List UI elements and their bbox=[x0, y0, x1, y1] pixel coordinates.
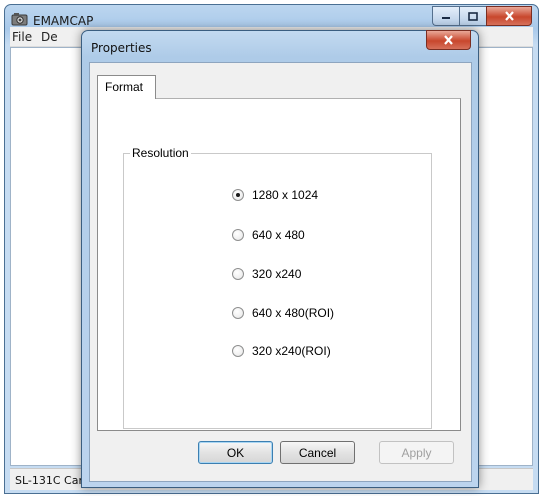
radio-option-640x480[interactable]: 640 x 480 bbox=[232, 228, 305, 242]
radio-option-640x480-roi[interactable]: 640 x 480(ROI) bbox=[232, 306, 334, 320]
ok-button[interactable]: OK bbox=[198, 441, 273, 464]
menu-device[interactable]: De bbox=[41, 30, 58, 44]
radio-option-1280x1024[interactable]: 1280 x 1024 bbox=[232, 188, 318, 202]
maximize-button[interactable] bbox=[459, 6, 486, 26]
main-close-button[interactable] bbox=[486, 6, 532, 26]
radio-label: 320 x240(ROI) bbox=[252, 344, 331, 358]
apply-button[interactable]: Apply bbox=[379, 441, 454, 464]
radio-label: 640 x 480 bbox=[252, 228, 305, 242]
radio-label: 640 x 480(ROI) bbox=[252, 306, 335, 320]
radio-label: 1280 x 1024 bbox=[252, 188, 319, 202]
radio-button[interactable] bbox=[232, 268, 244, 280]
minimize-button[interactable] bbox=[432, 6, 459, 26]
radio-label: 320 x240 bbox=[252, 267, 302, 281]
dialog-close-button[interactable] bbox=[426, 30, 471, 50]
radio-button[interactable] bbox=[232, 307, 244, 319]
camera-app-icon bbox=[11, 13, 28, 26]
format-tab-pane: Resolution 1280 x 1024 640 x 480 320 x24… bbox=[97, 98, 461, 431]
minimize-icon bbox=[442, 17, 450, 19]
properties-dialog: Properties Format Resolution 1280 x 1024… bbox=[81, 30, 479, 488]
radio-option-320x240-roi[interactable]: 320 x240(ROI) bbox=[232, 344, 331, 358]
resolution-group-label: Resolution bbox=[130, 146, 191, 160]
radio-button[interactable] bbox=[232, 345, 244, 357]
caption-buttons bbox=[432, 6, 532, 26]
resolution-groupbox: Resolution 1280 x 1024 640 x 480 320 x24… bbox=[123, 146, 432, 429]
cancel-button[interactable]: Cancel bbox=[280, 441, 355, 464]
dialog-title: Properties bbox=[91, 41, 152, 55]
close-icon bbox=[444, 35, 453, 45]
radio-option-320x240[interactable]: 320 x240 bbox=[232, 267, 301, 281]
tab-format[interactable]: Format bbox=[97, 75, 156, 99]
maximize-icon bbox=[468, 11, 478, 21]
radio-button[interactable] bbox=[232, 189, 244, 201]
close-icon bbox=[504, 11, 514, 21]
dialog-body: Format Resolution 1280 x 1024 640 x 480 … bbox=[89, 62, 472, 482]
main-window-title: EMAMCAP bbox=[33, 14, 94, 28]
menu-file[interactable]: File bbox=[12, 30, 32, 44]
radio-button[interactable] bbox=[232, 229, 244, 241]
